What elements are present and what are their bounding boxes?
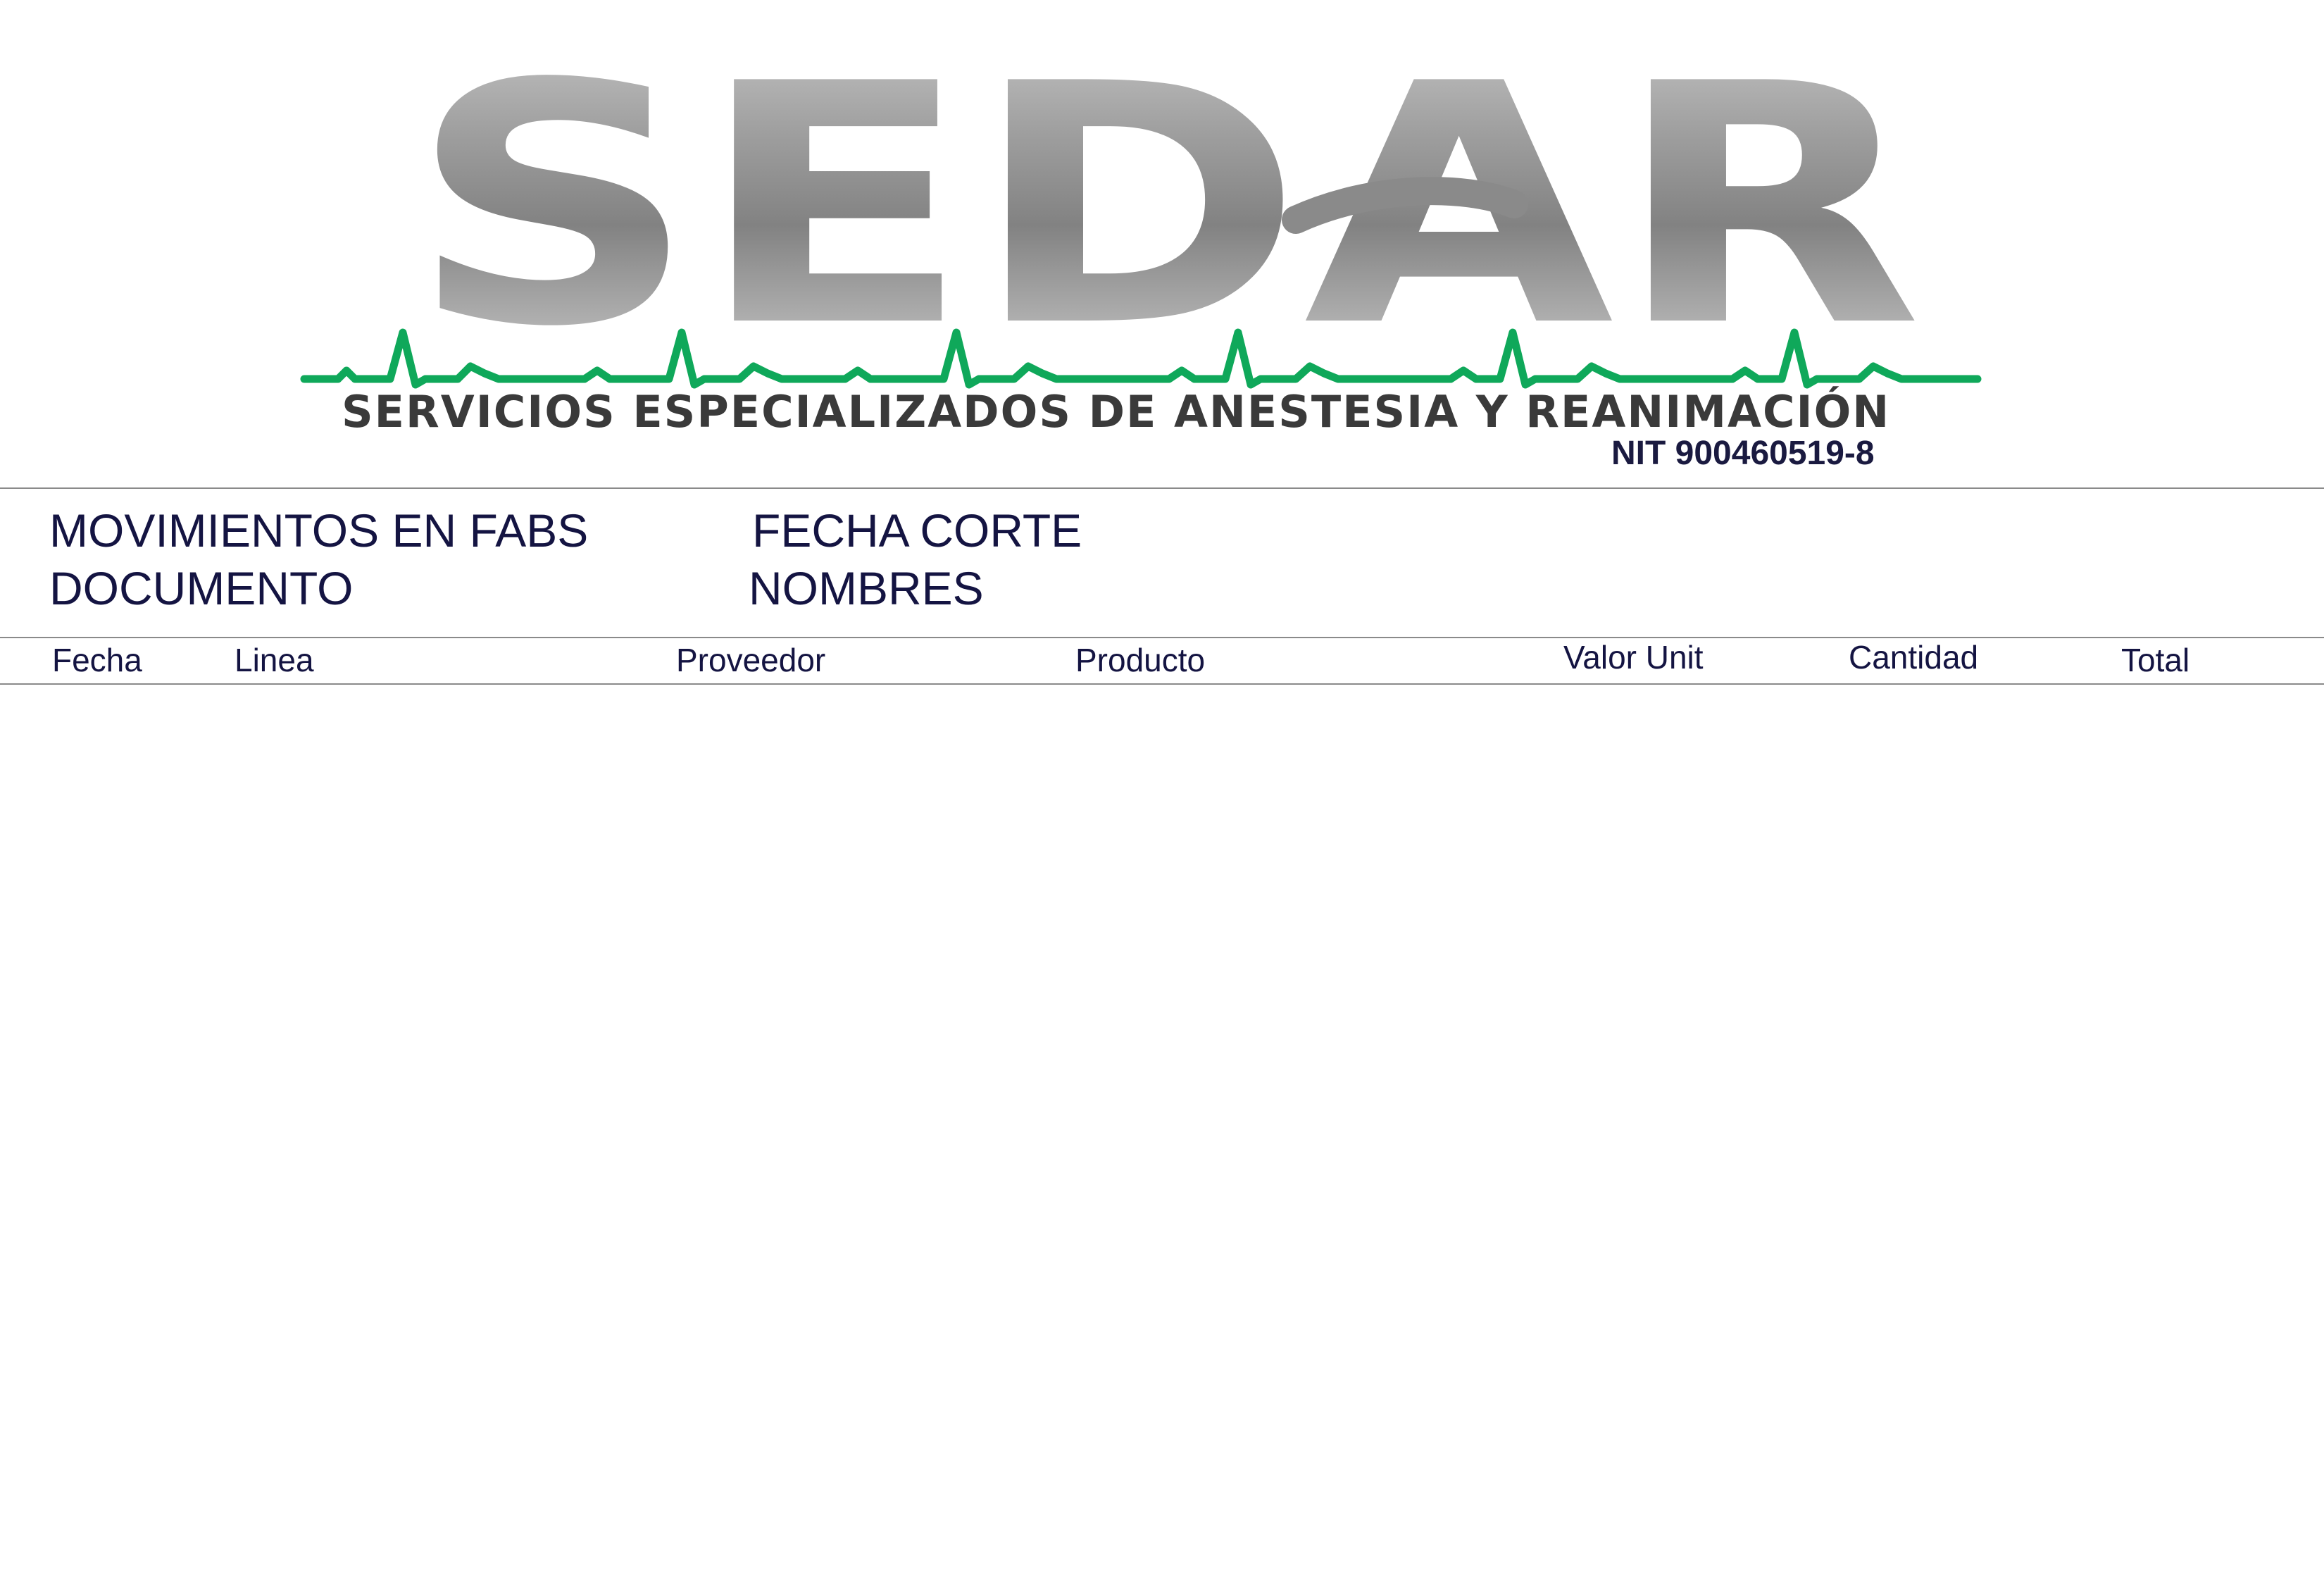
column-header-linea: Linea	[235, 642, 314, 678]
report-title: MOVIMIENTOS EN FABS	[49, 504, 589, 557]
company-nit: NIT 900460519-8	[1611, 435, 1875, 472]
column-header-cantidad: Cantidad	[1849, 639, 1979, 676]
logo-text: SEDAR	[408, 13, 1923, 399]
table-body	[0, 685, 2324, 1579]
fecha-corte-label: FECHA CORTE	[752, 504, 1082, 557]
column-header-valor-unit: Valor Unit	[1563, 639, 1704, 676]
column-header-producto: Producto	[1075, 642, 1206, 678]
column-header-total: Total	[2121, 642, 2190, 678]
column-header-fecha: Fecha	[52, 642, 142, 678]
divider	[0, 487, 2324, 489]
column-header-proveedor: Proveedor	[676, 642, 826, 678]
nombres-label: NOMBRES	[749, 562, 984, 614]
company-logo: SEDAR SERVICIOS ESPECIALIZADOS DE ANESTE…	[0, 0, 2324, 486]
documento-label: DOCUMENTO	[49, 562, 354, 614]
